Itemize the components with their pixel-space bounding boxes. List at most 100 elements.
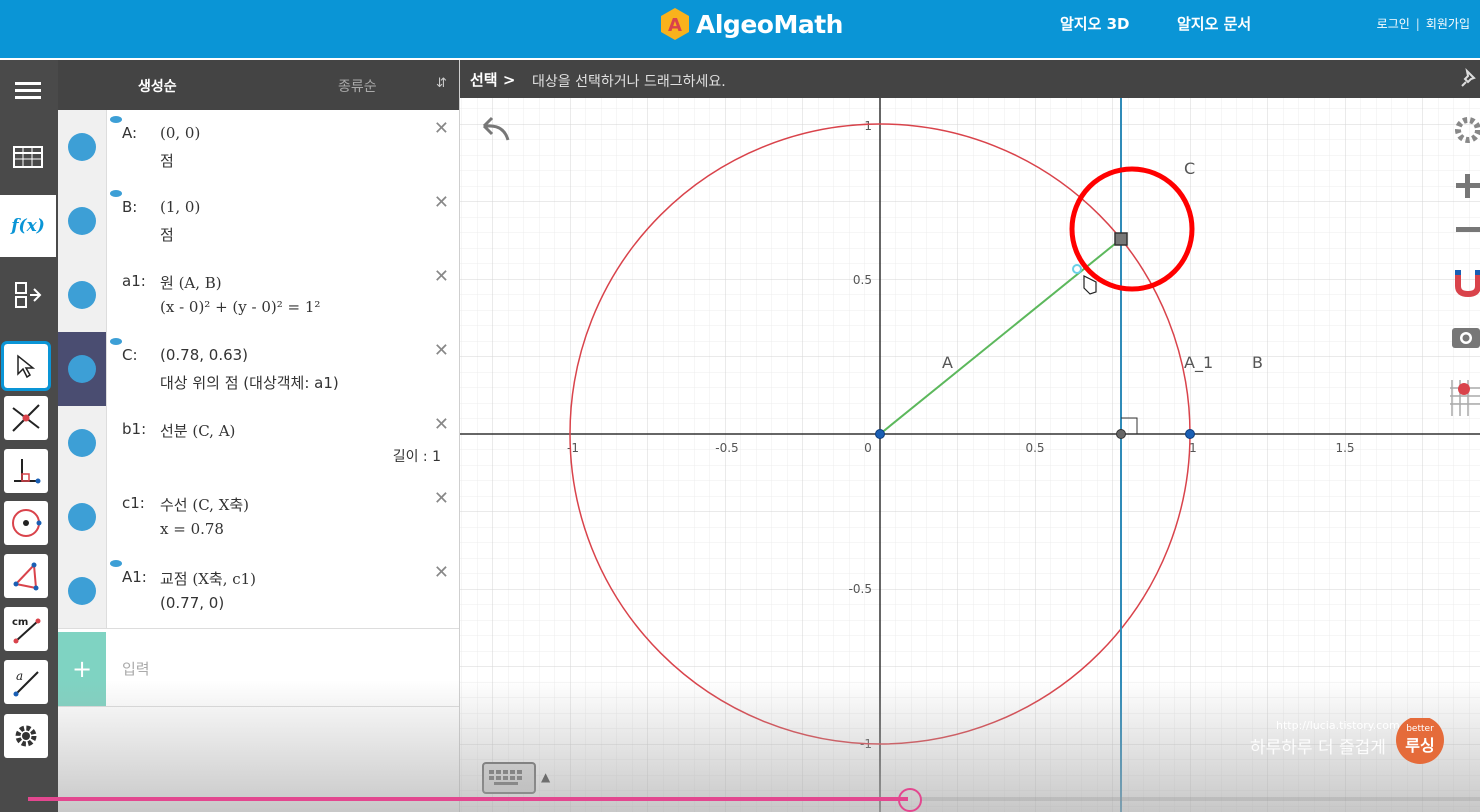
object-description: 점	[160, 226, 174, 244]
visibility-toggle[interactable]	[68, 133, 96, 161]
pin-icon[interactable]	[1460, 68, 1480, 88]
x-tick-label: -1	[567, 441, 579, 455]
row-toggle-area	[58, 184, 107, 258]
segment-length: 길이 : 1	[392, 449, 441, 465]
visibility-toggle[interactable]	[68, 429, 96, 457]
logo[interactable]: A AlgeoMath	[658, 4, 843, 44]
zoom-out-icon[interactable]	[1448, 215, 1480, 247]
camera-icon[interactable]	[1448, 320, 1480, 352]
menu-button[interactable]	[0, 60, 56, 122]
polygon-tool[interactable]	[4, 554, 48, 598]
object-label: C:	[122, 346, 138, 364]
point-B[interactable]	[1185, 429, 1195, 439]
point-C[interactable]	[1114, 232, 1128, 246]
x-tick-label: 0.5	[1025, 441, 1044, 455]
gear-icon	[15, 725, 37, 747]
object-definition: (0.78, 0.63)	[160, 346, 249, 364]
nav-algeo-3d[interactable]: 알지오 3D	[1060, 13, 1130, 34]
object-definition: 선분 (C, A)	[160, 422, 236, 440]
point-A[interactable]	[875, 429, 885, 439]
delete-icon[interactable]: ✕	[434, 266, 449, 287]
progress-knob[interactable]	[898, 788, 922, 812]
visibility-toggle[interactable]	[68, 207, 96, 235]
logo-icon: A	[661, 8, 689, 40]
algebra-view-button[interactable]: f(x)	[0, 195, 56, 257]
login-link[interactable]: 로그인	[1377, 17, 1410, 31]
hamburger-icon	[15, 82, 41, 99]
mode-label: 선택	[470, 71, 498, 89]
delete-icon[interactable]: ✕	[434, 562, 449, 583]
table-view-button[interactable]	[0, 126, 56, 188]
add-icon[interactable]: +	[58, 632, 106, 706]
settings-gear-icon[interactable]	[1448, 114, 1480, 146]
y-tick-label: -0.5	[849, 582, 872, 596]
delete-icon[interactable]: ✕	[434, 340, 449, 361]
sort-order-icon[interactable]: ⇵	[436, 76, 447, 91]
eye-icon	[110, 560, 122, 567]
visibility-toggle[interactable]	[68, 355, 96, 383]
input-row[interactable]: + 입력	[58, 632, 459, 707]
object-description: 대상 위의 점 (대상객체: a1)	[160, 374, 339, 392]
mode-arrow: >	[502, 71, 516, 89]
object-label: a1:	[122, 272, 146, 290]
keyboard-icon[interactable]	[482, 762, 536, 794]
object-label: c1:	[122, 494, 145, 512]
algebra-header: 생성순 종류순 ⇵	[58, 60, 459, 110]
delete-icon[interactable]: ✕	[434, 488, 449, 509]
label-B: B	[1252, 353, 1263, 372]
select-tool[interactable]	[1, 341, 51, 391]
graph-canvas[interactable]: -1 -0.5 0 0.5 1 1.5 1 0.5 -0.5 -1 C A A_…	[460, 98, 1480, 812]
label-C: C	[1184, 159, 1195, 178]
top-bar: A AlgeoMath 알지오 3D 알지오 문서 로그인 | 회원가입	[0, 0, 1480, 58]
point-A1[interactable]	[1116, 429, 1126, 439]
progress-bar[interactable]	[28, 797, 908, 801]
svg-text:A: A	[668, 15, 682, 36]
left-toolbar: f(x) cm a	[0, 60, 58, 812]
delete-icon[interactable]: ✕	[434, 118, 449, 139]
graph-view-button[interactable]	[0, 264, 56, 326]
measure-tool[interactable]: cm	[4, 607, 48, 651]
object-description: 점	[160, 152, 174, 170]
intersection-icon	[12, 404, 40, 432]
object-row-C[interactable]: C: (0.78, 0.63) 대상 위의 점 (대상객체: a1) ✕	[58, 332, 459, 407]
x-tick-label: -0.5	[715, 441, 738, 455]
nav-algeo-docs[interactable]: 알지오 문서	[1177, 13, 1251, 34]
object-row-A[interactable]: A: (0, 0) 점 ✕	[58, 110, 459, 185]
hint-bar: 선택 > 대상을 선택하거나 드래그하세요.	[460, 60, 1480, 98]
delete-icon[interactable]: ✕	[434, 192, 449, 213]
perpendicular-tool[interactable]	[4, 449, 48, 493]
visibility-toggle[interactable]	[68, 503, 96, 531]
object-row-c1[interactable]: c1: 수선 (C, X축) x = 0.78 ✕	[58, 480, 459, 555]
intersect-tool[interactable]	[4, 396, 48, 440]
object-row-a1[interactable]: a1: 원 (A, B) (x - 0)² + (y - 0)² = 1² ✕	[58, 258, 459, 333]
object-label: b1:	[122, 420, 147, 438]
settings-tool[interactable]	[4, 714, 48, 758]
object-description: x = 0.78	[160, 520, 224, 538]
algebra-panel: 생성순 종류순 ⇵ A: (0, 0) 점 ✕ B: (1, 0) 점 ✕ a1…	[58, 60, 460, 812]
object-row-A1[interactable]: A1: 교점 (X축, c1) (0.77, 0) ✕	[58, 554, 459, 629]
slider-tool[interactable]: a	[4, 660, 48, 704]
delete-icon[interactable]: ✕	[434, 414, 449, 435]
zoom-in-icon[interactable]	[1448, 170, 1480, 202]
row-toggle-area	[58, 406, 107, 480]
watermark-url: http://lucia.tistory.com	[1276, 719, 1400, 732]
visibility-toggle[interactable]	[68, 281, 96, 309]
keyboard-expand-icon[interactable]: ▲	[541, 770, 550, 784]
grid-settings-icon[interactable]	[1448, 376, 1480, 422]
object-row-B[interactable]: B: (1, 0) 점 ✕	[58, 184, 459, 259]
object-row-b1[interactable]: b1: 선분 (C, A) 길이 : 1 ✕	[58, 406, 459, 481]
signup-link[interactable]: 회원가입	[1426, 17, 1470, 31]
object-label: B:	[122, 198, 138, 216]
perpendicular-icon	[14, 459, 41, 484]
eye-icon	[110, 338, 122, 345]
magnet-icon[interactable]	[1448, 266, 1480, 298]
sort-by-type-tab[interactable]: 종류순	[338, 76, 377, 96]
y-tick-label: 1	[864, 119, 872, 133]
cursor-arrow-icon	[17, 354, 36, 379]
circle-tool[interactable]	[4, 501, 48, 545]
object-definition: 수선 (C, X축)	[160, 496, 250, 514]
x-tick-label: 1.5	[1335, 441, 1354, 455]
sort-by-creation-tab[interactable]: 생성순	[138, 76, 177, 96]
visibility-toggle[interactable]	[68, 577, 96, 605]
svg-text:a: a	[16, 669, 23, 683]
